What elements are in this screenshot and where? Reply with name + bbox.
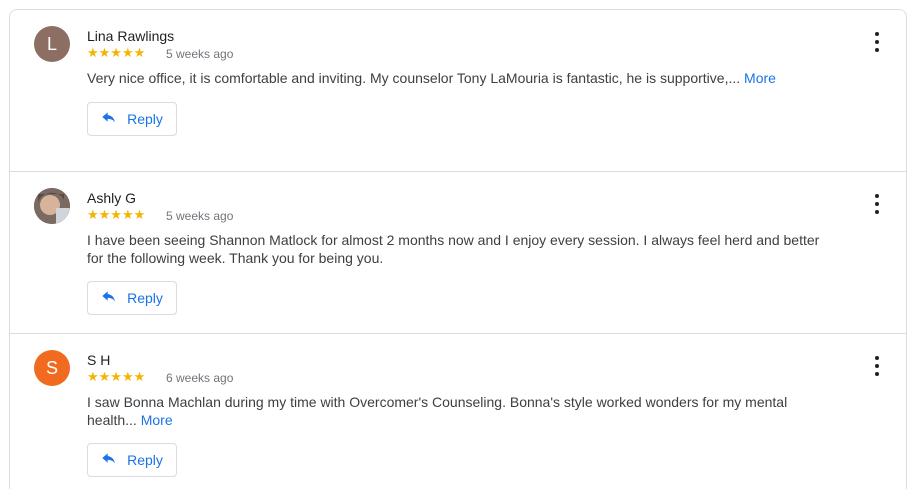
avatar-initial: S (45, 357, 58, 378)
review-time: 5 weeks ago (166, 209, 234, 223)
review-item: S S H ★★★★★ 6 weeks ago I saw Bonna Mach… (10, 334, 906, 489)
avatar[interactable] (34, 188, 70, 224)
more-link[interactable]: More (141, 412, 173, 428)
review-text: Very nice office, it is comfortable and … (87, 69, 827, 87)
review-time: 6 weeks ago (166, 371, 234, 385)
star-rating: ★★★★★ (87, 45, 146, 60)
reply-button[interactable]: Reply (87, 443, 177, 477)
review-text: I saw Bonna Machlan during my time with … (87, 393, 827, 429)
reviewer-name[interactable]: Lina Rawlings (87, 28, 174, 44)
review-body: Very nice office, it is comfortable and … (87, 70, 741, 86)
reviewer-name[interactable]: Ashly G (87, 190, 136, 206)
review-text: I have been seeing Shannon Matlock for a… (87, 231, 827, 267)
reply-arrow-icon (102, 291, 116, 302)
more-options-icon[interactable] (868, 32, 886, 52)
star-rating: ★★★★★ (87, 207, 146, 222)
avatar-initial: L (46, 33, 57, 54)
review-body: I saw Bonna Machlan during my time with … (87, 394, 788, 428)
reply-label: Reply (127, 290, 163, 306)
avatar[interactable]: L (34, 26, 70, 62)
reply-button[interactable]: Reply (87, 281, 177, 315)
more-link[interactable]: More (744, 70, 776, 86)
avatar[interactable]: S (34, 350, 70, 386)
review-item: L Lina Rawlings ★★★★★ 5 weeks ago Very n… (10, 10, 906, 172)
reviewer-name[interactable]: S H (87, 352, 110, 368)
reply-label: Reply (127, 452, 163, 468)
reply-arrow-icon (102, 112, 116, 123)
reviews-panel: L Lina Rawlings ★★★★★ 5 weeks ago Very n… (9, 9, 907, 489)
star-rating: ★★★★★ (87, 369, 146, 384)
reply-label: Reply (127, 111, 163, 127)
review-item: Ashly G ★★★★★ 5 weeks ago I have been se… (10, 172, 906, 334)
profile-photo-icon (34, 188, 70, 224)
review-body: I have been seeing Shannon Matlock for a… (87, 232, 820, 266)
reply-arrow-icon (102, 453, 116, 464)
more-options-icon[interactable] (868, 194, 886, 214)
more-options-icon[interactable] (868, 356, 886, 376)
review-time: 5 weeks ago (166, 47, 234, 61)
reply-button[interactable]: Reply (87, 102, 177, 136)
